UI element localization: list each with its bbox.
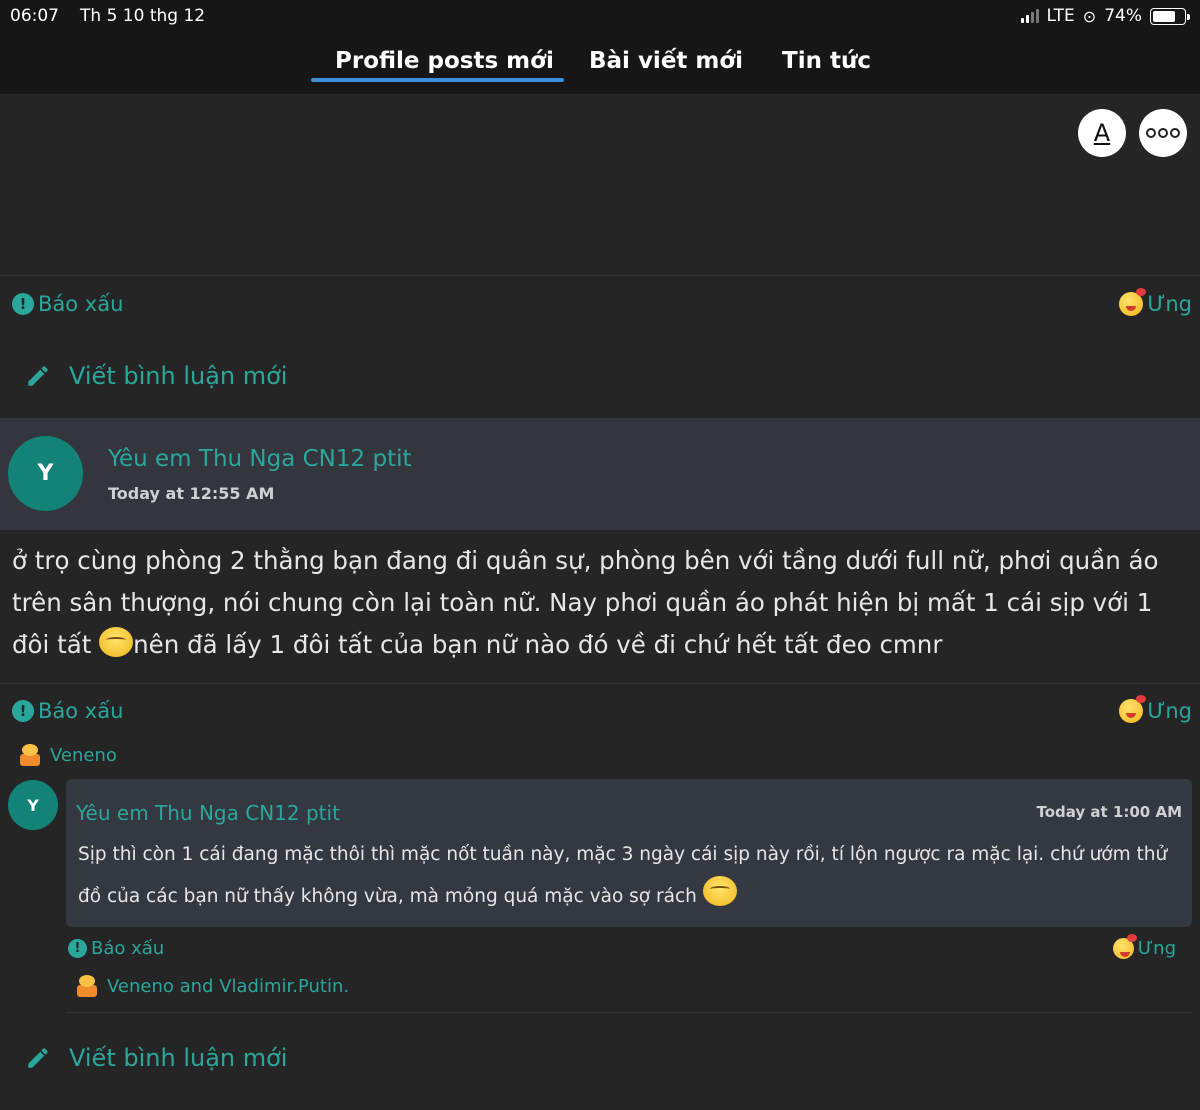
status-bar: 06:07 Th 5 10 thg 12 LTE ⊙ 74%: [0, 0, 1200, 34]
active-tab-indicator: [311, 78, 564, 82]
tab-new-posts[interactable]: Bài viết mới: [589, 48, 743, 74]
comment-likes-summary[interactable]: Veneno and Vladimir.Putin.: [75, 975, 349, 997]
blush-emoji-icon: [99, 627, 134, 657]
divider: [0, 683, 1200, 684]
alert-icon: !: [12, 700, 34, 722]
status-time: 06:07: [10, 6, 59, 26]
post-time[interactable]: Today at 12:55 AM: [108, 484, 274, 503]
font-size-button[interactable]: A: [1078, 109, 1126, 157]
like-button[interactable]: Ưng: [1119, 288, 1192, 316]
like-emoji-icon: [1112, 934, 1137, 959]
liked-by-text: Veneno and Vladimir.Putin.: [107, 975, 350, 997]
more-icon: [1146, 128, 1180, 138]
divider: [66, 1012, 1192, 1013]
alert-icon: !: [68, 939, 87, 958]
liked-by-text: Veneno: [50, 744, 117, 766]
report-label: Báo xấu: [38, 292, 124, 316]
font-icon: A: [1093, 119, 1111, 147]
comment-author[interactable]: Yêu em Thu Nga CN12 ptit: [76, 801, 340, 825]
avatar[interactable]: Y: [8, 436, 83, 511]
post-header: Y Yêu em Thu Nga CN12 ptit Today at 12:5…: [0, 418, 1200, 530]
pencil-icon: [28, 366, 48, 386]
like-label: Ưng: [1137, 938, 1176, 959]
reaction-icon: [75, 975, 99, 997]
report-label: Báo xấu: [38, 699, 124, 723]
comment-like-button[interactable]: Ưng: [1112, 934, 1176, 959]
post-text-part2: nên đã lấy 1 đôi tất của bạn nữ nào đó v…: [133, 630, 943, 659]
write-comment-button[interactable]: Viết bình luận mới: [25, 1044, 287, 1072]
tab-profile-posts[interactable]: Profile posts mới: [335, 48, 554, 74]
status-date: Th 5 10 thg 12: [80, 6, 206, 26]
signal-icon: [1020, 9, 1039, 23]
likes-summary[interactable]: Veneno: [18, 744, 117, 766]
like-button[interactable]: Ưng: [1119, 695, 1192, 723]
write-comment-button[interactable]: Viết bình luận mới: [25, 362, 287, 390]
report-label: Báo xấu: [91, 938, 165, 959]
tab-news[interactable]: Tin tức: [782, 48, 871, 74]
pencil-icon: [28, 1048, 48, 1068]
status-right: LTE ⊙ 74%: [1020, 6, 1190, 26]
report-button[interactable]: ! Báo xấu: [12, 292, 123, 316]
comment-report-button[interactable]: ! Báo xấu: [68, 938, 164, 959]
like-label: Ưng: [1147, 292, 1192, 316]
comment-avatar[interactable]: Y: [8, 780, 58, 830]
alert-icon: !: [12, 293, 34, 315]
battery-icon: [1150, 7, 1190, 25]
reaction-icon: [18, 744, 42, 766]
comment-body: Sịp thì còn 1 cái đang mặc thôi thì mặc …: [78, 834, 1178, 918]
post-author[interactable]: Yêu em Thu Nga CN12 ptit: [108, 446, 412, 472]
comment-text: Sịp thì còn 1 cái đang mặc thôi thì mặc …: [78, 844, 1168, 907]
orientation-lock-icon: ⊙: [1082, 6, 1097, 26]
network-label: LTE: [1046, 6, 1075, 26]
compose-label: Viết bình luận mới: [69, 362, 288, 390]
divider: [0, 275, 1200, 276]
compose-label: Viết bình luận mới: [69, 1044, 288, 1072]
more-button[interactable]: [1139, 109, 1187, 157]
like-label: Ưng: [1147, 699, 1192, 723]
comment-bubble: Yêu em Thu Nga CN12 ptit Today at 1:00 A…: [66, 779, 1192, 927]
battery-percent: 74%: [1104, 6, 1142, 26]
tab-bar: Profile posts mới Bài viết mới Tin tức: [0, 34, 1200, 94]
like-emoji-icon: [1119, 695, 1147, 723]
post-body: ở trọ cùng phòng 2 thằng bạn đang đi quâ…: [12, 540, 1187, 666]
comment-time[interactable]: Today at 1:00 AM: [1036, 803, 1182, 821]
like-emoji-icon: [1119, 288, 1147, 316]
blush-emoji-icon: [702, 876, 737, 906]
report-button[interactable]: ! Báo xấu: [12, 699, 123, 723]
